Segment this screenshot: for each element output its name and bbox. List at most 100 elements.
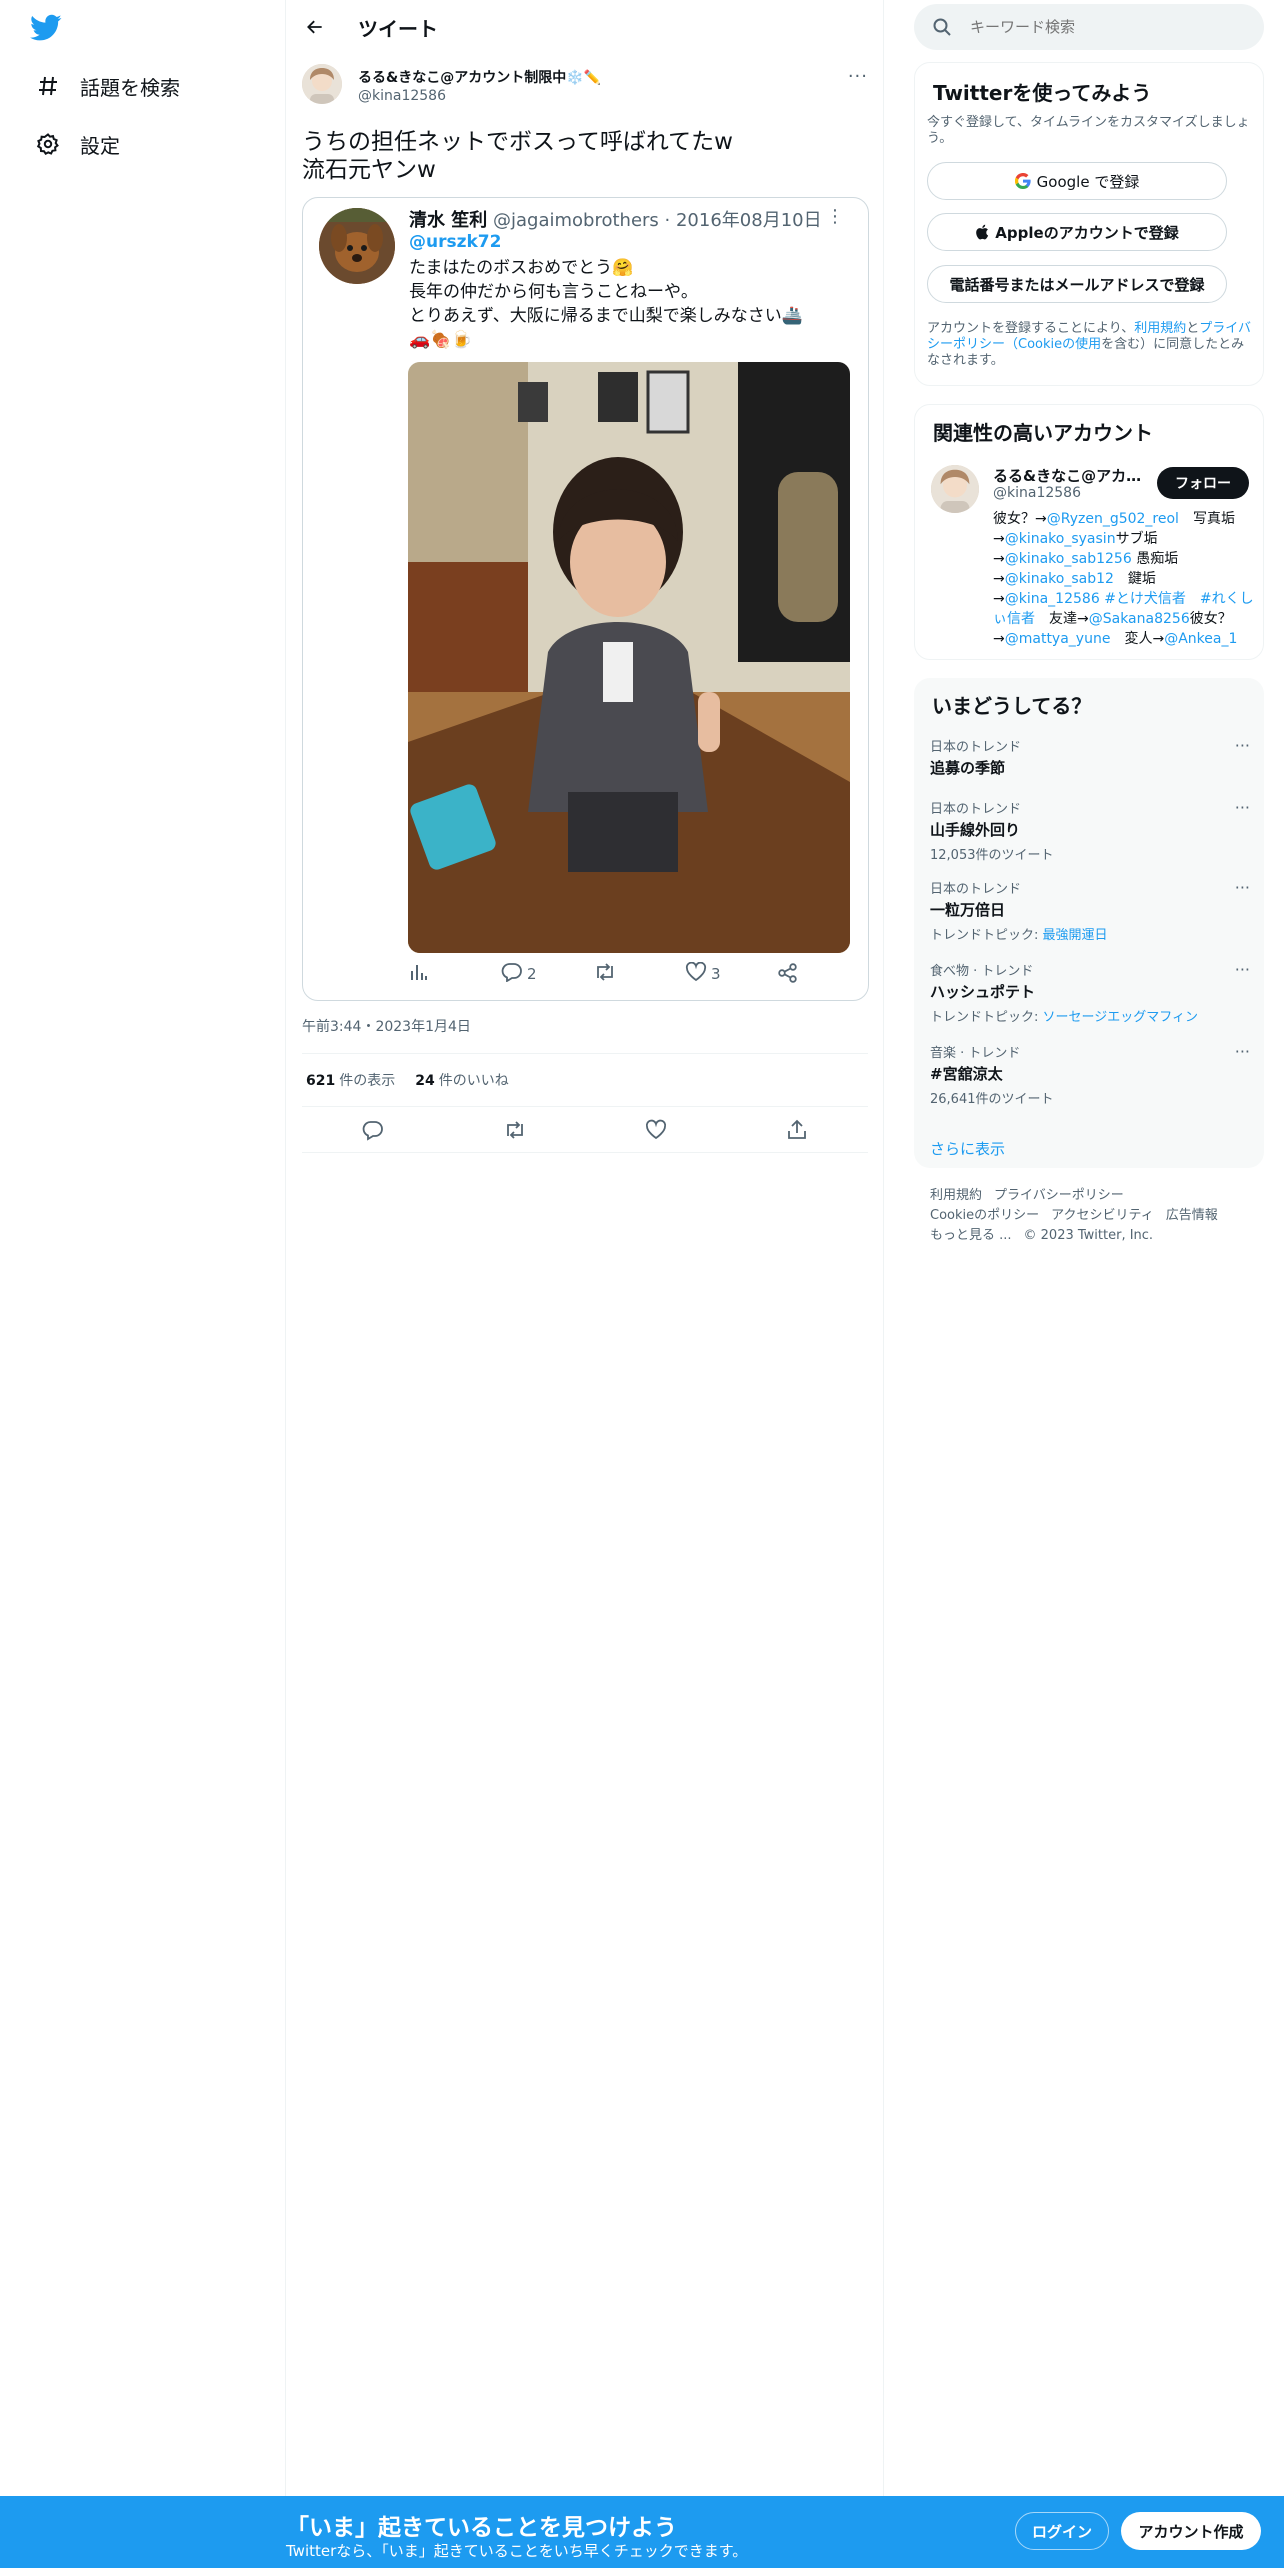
trend-meta: トレンドトピック: 最強開運日 [930, 924, 1250, 943]
trend-meta: 26,641件のツイート [930, 1088, 1250, 1107]
bio-link[interactable]: @kina_12586 [1005, 591, 1100, 607]
avatar[interactable] [302, 64, 342, 104]
reply-icon[interactable] [362, 1119, 386, 1143]
bio-link[interactable]: @mattya_yune [1005, 631, 1111, 647]
search-input[interactable] [970, 14, 1240, 40]
trend-name: 一粒万倍日 [930, 901, 1006, 919]
reply-count: 2 [527, 965, 537, 983]
bio-link[interactable]: @kinako_syasin [1005, 531, 1116, 547]
trends-card: いまどうしてる？ 日本のトレンド 追募の季節 ··· 日本のトレンド 山手線外回り 12,… [914, 678, 1264, 1168]
search-icon [932, 17, 952, 41]
main-column: ツイート るる&きなこ@アカウント制限中❄️✏️ @kina12586 ··· … [286, 0, 1151, 2568]
embedded-photo[interactable] [408, 362, 850, 953]
author-name[interactable]: るる&きなこ@アカウント制限中❄️✏️ [358, 67, 601, 87]
more-options-icon[interactable]: ··· [1235, 878, 1250, 897]
trend-item[interactable]: 食べ物 · トレンド ハッシュポテト トレンドトピック: ソーセージエッグマフィン ·… [930, 960, 1250, 1025]
bio-link[interactable]: @Ankea_1 [1164, 631, 1237, 647]
trend-meta-text: 26,641件のツイート [930, 1092, 1054, 1107]
embedded-tweet[interactable]: 清水 笙利 @jagaimobrothers · 2016年08月10日 ⋮ @… [302, 197, 869, 1001]
footer-terms-link[interactable]: 利用規約 [930, 1188, 982, 1203]
more-options-icon[interactable]: ··· [1235, 960, 1250, 979]
phone-email-signup-button[interactable]: 電話番号またはメールアドレスで登録 [927, 265, 1227, 303]
related-title: 関連性の高いアカウント [933, 421, 1153, 445]
trend-name: 山手線外回り [930, 821, 1021, 839]
trend-item[interactable]: 日本のトレンド 追募の季節 ··· [930, 736, 1250, 778]
related-account-bio: 彼女？→@Ryzen_g502_reol 写真垢→@kinako_syasinサ… [993, 509, 1255, 649]
more-options-icon[interactable]: ··· [848, 66, 868, 87]
trend-meta: 12,053件のツイート [930, 844, 1250, 863]
footer-links: 利用規約 プライバシーポリシー Cookieのポリシー アクセシビリティ 広告情報 も… [930, 1186, 1260, 1246]
views-stat[interactable]: 621 件の表示 [306, 1070, 395, 1090]
tweet-text-line: 流石元ヤンw [302, 157, 436, 183]
trend-item[interactable]: 音楽 · トレンド #宮舘涼太 26,641件のツイート ··· [930, 1042, 1250, 1107]
share-icon[interactable] [786, 1119, 810, 1143]
embedded-tweet-text: たまはたのボスおめでとう🤗 長年の仲だから何も言うことねーや。 とりあえず、大阪… [409, 258, 803, 350]
trend-category: 日本のトレンド [930, 740, 1022, 755]
tweet-text-line: うちの担任ネットでボスって呼ばれてたw [302, 129, 733, 155]
legal-prefix: アカウントを登録することにより、 [927, 321, 1135, 336]
apple-signup-button[interactable]: Appleのアカウントで登録 [927, 213, 1227, 251]
trend-item[interactable]: 日本のトレンド 山手線外回り 12,053件のツイート ··· [930, 798, 1250, 863]
analytics-button[interactable] [409, 962, 433, 986]
heart-icon [685, 961, 711, 986]
more-options-icon[interactable]: ··· [1235, 736, 1250, 755]
avatar[interactable] [931, 465, 979, 513]
phone-email-signup-label: 電話番号またはメールアドレスで登録 [949, 275, 1205, 294]
related-accounts-card: 関連性の高いアカウント るる&きなこ@アカ... @kina12586 フォロー… [914, 404, 1264, 660]
related-account-handle[interactable]: @kina12586 [993, 485, 1081, 501]
bio-link[interactable]: @Sakana8256 [1089, 611, 1190, 627]
trend-item[interactable]: 日本のトレンド 一粒万倍日 トレンドトピック: 最強開運日 ··· [930, 878, 1250, 943]
reply-mention[interactable]: @urszk72 [409, 232, 501, 252]
create-account-button[interactable]: アカウント作成 [1121, 2512, 1261, 2550]
retweet-icon[interactable] [503, 1119, 527, 1143]
heart-icon[interactable] [645, 1119, 669, 1143]
bio-link[interactable]: #とけ犬信者 [1104, 591, 1186, 607]
footer-privacy-link[interactable]: プライバシーポリシー [994, 1188, 1124, 1203]
embedded-retweet-button[interactable] [593, 962, 621, 986]
tweet-author: るる&きなこ@アカウント制限中❄️✏️ @kina12586 ··· [302, 64, 868, 114]
terms-link[interactable]: 利用規約 [1134, 321, 1186, 336]
embedded-like-button[interactable]: 3 [685, 961, 721, 986]
embedded-reply-button[interactable]: 2 [501, 962, 537, 986]
footer-accessibility-link[interactable]: アクセシビリティ [1051, 1208, 1154, 1223]
show-more-link[interactable]: さらに表示 [930, 1138, 1005, 1159]
search-box[interactable] [914, 4, 1264, 50]
trend-meta-text: 12,053件のツイート [930, 848, 1054, 863]
page: 話題を検索 設定 ツイート るる&きなこ@アカウント制限中❄️✏️ @kina1… [0, 0, 1284, 2568]
signup-card: Twitterを使ってみよう 今すぐ登録して、タイムラインをカスタマイズしましょ… [914, 62, 1264, 386]
footer-cookie-link[interactable]: Cookieのポリシー [930, 1208, 1039, 1223]
tweet-text: うちの担任ネットでボスって呼ばれてたw 流石元ヤンw [302, 128, 862, 184]
google-signup-button[interactable]: Google で登録 [927, 162, 1227, 200]
footer-more-link[interactable]: もっと見る ... [930, 1228, 1012, 1243]
login-button[interactable]: ログイン [1015, 2512, 1109, 2550]
author-handle[interactable]: @kina12586 [358, 88, 446, 104]
nav-settings[interactable]: 設定 [32, 128, 120, 160]
tweet-timestamp[interactable]: 午前3:44・2023年1月4日 [302, 1016, 471, 1036]
bottom-bar-title: 「いま」起きていることを見つけよう [286, 2515, 677, 2541]
share-icon [777, 962, 803, 988]
follow-button[interactable]: フォロー [1157, 467, 1249, 499]
twitter-logo-icon[interactable] [30, 14, 70, 44]
bio-link[interactable]: @kinako_sab12 [1005, 571, 1114, 587]
related-account-name[interactable]: るる&きなこ@アカ... [993, 465, 1143, 486]
avatar[interactable] [319, 208, 395, 284]
likes-count: 24 [415, 1073, 435, 1089]
embedded-author-name[interactable]: 清水 笙利 [409, 210, 487, 231]
nav-explore[interactable]: 話題を検索 [32, 70, 180, 102]
footer-copyright: © 2023 Twitter, Inc. [1023, 1228, 1154, 1243]
embedded-tweet-header: 清水 笙利 @jagaimobrothers · 2016年08月10日 [409, 206, 822, 232]
bio-link[interactable]: @kinako_sab1256 [1005, 551, 1132, 567]
trend-topic-link[interactable]: 最強開運日 [1043, 928, 1108, 943]
footer-ads-link[interactable]: 広告情報 [1166, 1208, 1218, 1223]
more-options-icon[interactable]: ··· [1235, 798, 1250, 817]
vertical-dots-icon[interactable]: ⋮ [826, 206, 844, 227]
left-sidebar: 話題を検索 設定 [0, 0, 286, 2568]
likes-stat[interactable]: 24 件のいいね [415, 1070, 508, 1090]
embedded-handle-date[interactable]: @jagaimobrothers · 2016年08月10日 [493, 210, 822, 231]
trend-topic-link[interactable]: ソーセージエッグマフィン [1043, 1010, 1198, 1025]
back-arrow-icon[interactable] [300, 12, 330, 42]
share-button[interactable] [777, 962, 803, 988]
google-icon [1014, 173, 1031, 189]
more-options-icon[interactable]: ··· [1235, 1042, 1250, 1061]
bio-link[interactable]: @Ryzen_g502_reol [1047, 511, 1179, 527]
